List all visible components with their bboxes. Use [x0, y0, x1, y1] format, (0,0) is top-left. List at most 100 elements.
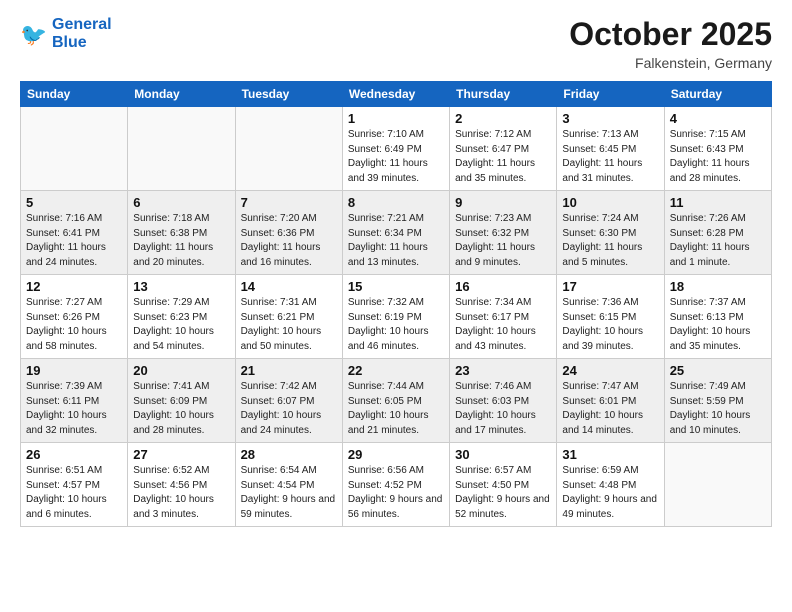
- logo-bird-icon: 🐦: [20, 20, 48, 48]
- calendar-cell-w5d6: 31Sunrise: 6:59 AMSunset: 4:48 PMDayligh…: [557, 443, 664, 527]
- calendar-cell-w3d6: 17 Sunrise: 7:36 AMSunset: 6:15 PMDayligh…: [557, 275, 664, 359]
- calendar-cell-w5d5: 30Sunrise: 6:57 AMSunset: 4:50 PMDayligh…: [450, 443, 557, 527]
- day-info: Sunrise: 6:59 AMSunset: 4:48 PMDaylight:…: [562, 464, 658, 522]
- day-number: 10: [562, 195, 658, 210]
- calendar-cell-w4d7: 25 Sunrise: 7:49 AMSunset: 5:59 PMDayligh…: [664, 359, 771, 443]
- calendar-cell-w3d3: 14 Sunrise: 7:31 AMSunset: 6:21 PMDayligh…: [235, 275, 342, 359]
- calendar-cell-w5d1: 26Sunrise: 6:51 AMSunset: 4:57 PMDayligh…: [21, 443, 128, 527]
- day-number: 23: [455, 363, 551, 378]
- calendar-cell-w5d2: 27 Sunrise: 6:52 AMSunset: 4:56 PMDayligh…: [128, 443, 235, 527]
- calendar-body: 1 Sunrise: 7:10 AMSunset: 6:49 PMDaylight…: [21, 107, 772, 527]
- calendar-cell-w1d3: [235, 107, 342, 191]
- calendar-week-2: 5 Sunrise: 7:16 AMSunset: 6:41 PMDaylight…: [21, 191, 772, 275]
- title-block: October 2025 Falkenstein, Germany: [569, 16, 772, 71]
- day-number: 5: [26, 195, 122, 210]
- day-info: Sunrise: 7:49 AMSunset: 5:59 PMDaylight:…: [670, 380, 766, 438]
- header-thursday: Thursday: [450, 82, 557, 107]
- day-number: 19: [26, 363, 122, 378]
- day-number: 22: [348, 363, 444, 378]
- calendar-cell-w4d6: 24 Sunrise: 7:47 AMSunset: 6:01 PMDayligh…: [557, 359, 664, 443]
- calendar-cell-w4d4: 22 Sunrise: 7:44 AMSunset: 6:05 PMDayligh…: [342, 359, 449, 443]
- calendar-cell-w3d5: 16Sunrise: 7:34 AMSunset: 6:17 PMDayligh…: [450, 275, 557, 359]
- day-info: Sunrise: 6:51 AMSunset: 4:57 PMDaylight:…: [26, 464, 122, 522]
- calendar-cell-w4d3: 21 Sunrise: 7:42 AMSunset: 6:07 PMDayligh…: [235, 359, 342, 443]
- location: Falkenstein, Germany: [569, 55, 772, 71]
- day-number: 30: [455, 447, 551, 462]
- calendar-cell-w2d2: 6Sunrise: 7:18 AMSunset: 6:38 PMDaylight…: [128, 191, 235, 275]
- header-friday: Friday: [557, 82, 664, 107]
- day-number: 17: [562, 279, 658, 294]
- day-number: 2: [455, 111, 551, 126]
- calendar-week-1: 1 Sunrise: 7:10 AMSunset: 6:49 PMDaylight…: [21, 107, 772, 191]
- calendar-cell-w1d6: 3 Sunrise: 7:13 AMSunset: 6:45 PMDaylight…: [557, 107, 664, 191]
- day-info: Sunrise: 7:32 AMSunset: 6:19 PMDaylight:…: [348, 296, 444, 354]
- logo-line2: Blue: [52, 34, 112, 52]
- calendar-cell-w2d6: 10 Sunrise: 7:24 AMSunset: 6:30 PMDayligh…: [557, 191, 664, 275]
- day-number: 24: [562, 363, 658, 378]
- logo-line1: General: [52, 16, 112, 34]
- day-info: Sunrise: 7:10 AMSunset: 6:49 PMDaylight:…: [348, 128, 444, 186]
- day-info: Sunrise: 7:27 AMSunset: 6:26 PMDaylight:…: [26, 296, 122, 354]
- header-tuesday: Tuesday: [235, 82, 342, 107]
- day-number: 29: [348, 447, 444, 462]
- calendar-cell-w2d4: 8 Sunrise: 7:21 AMSunset: 6:34 PMDaylight…: [342, 191, 449, 275]
- calendar-cell-w3d7: 18Sunrise: 7:37 AMSunset: 6:13 PMDayligh…: [664, 275, 771, 359]
- calendar-cell-w4d5: 23 Sunrise: 7:46 AMSunset: 6:03 PMDayligh…: [450, 359, 557, 443]
- day-number: 12: [26, 279, 122, 294]
- day-info: Sunrise: 7:47 AMSunset: 6:01 PMDaylight:…: [562, 380, 658, 438]
- day-number: 20: [133, 363, 229, 378]
- day-number: 28: [241, 447, 337, 462]
- header-saturday: Saturday: [664, 82, 771, 107]
- day-number: 15: [348, 279, 444, 294]
- header-wednesday: Wednesday: [342, 82, 449, 107]
- day-info: Sunrise: 7:31 AMSunset: 6:21 PMDaylight:…: [241, 296, 337, 354]
- day-number: 1: [348, 111, 444, 126]
- day-info: Sunrise: 7:16 AMSunset: 6:41 PMDaylight:…: [26, 212, 122, 270]
- day-info: Sunrise: 7:24 AMSunset: 6:30 PMDaylight:…: [562, 212, 658, 270]
- calendar-cell-w2d5: 9Sunrise: 7:23 AMSunset: 6:32 PMDaylight…: [450, 191, 557, 275]
- day-info: Sunrise: 7:23 AMSunset: 6:32 PMDaylight:…: [455, 212, 551, 270]
- day-number: 14: [241, 279, 337, 294]
- day-info: Sunrise: 7:44 AMSunset: 6:05 PMDaylight:…: [348, 380, 444, 438]
- day-number: 8: [348, 195, 444, 210]
- day-info: Sunrise: 7:12 AMSunset: 6:47 PMDaylight:…: [455, 128, 551, 186]
- day-info: Sunrise: 7:13 AMSunset: 6:45 PMDaylight:…: [562, 128, 658, 186]
- day-number: 13: [133, 279, 229, 294]
- day-info: Sunrise: 7:42 AMSunset: 6:07 PMDaylight:…: [241, 380, 337, 438]
- day-info: Sunrise: 7:37 AMSunset: 6:13 PMDaylight:…: [670, 296, 766, 354]
- day-info: Sunrise: 7:20 AMSunset: 6:36 PMDaylight:…: [241, 212, 337, 270]
- calendar-week-5: 26Sunrise: 6:51 AMSunset: 4:57 PMDayligh…: [21, 443, 772, 527]
- day-number: 25: [670, 363, 766, 378]
- header: 🐦 General Blue October 2025 Falkenstein,…: [20, 16, 772, 71]
- calendar-header-row: Sunday Monday Tuesday Wednesday Thursday…: [21, 82, 772, 107]
- calendar-cell-w2d3: 7Sunrise: 7:20 AMSunset: 6:36 PMDaylight…: [235, 191, 342, 275]
- day-info: Sunrise: 7:21 AMSunset: 6:34 PMDaylight:…: [348, 212, 444, 270]
- calendar-cell-w5d3: 28 Sunrise: 6:54 AMSunset: 4:54 PMDayligh…: [235, 443, 342, 527]
- day-info: Sunrise: 7:46 AMSunset: 6:03 PMDaylight:…: [455, 380, 551, 438]
- day-info: Sunrise: 7:29 AMSunset: 6:23 PMDaylight:…: [133, 296, 229, 354]
- day-number: 27: [133, 447, 229, 462]
- month-title: October 2025: [569, 16, 772, 53]
- calendar-cell-w1d7: 4 Sunrise: 7:15 AMSunset: 6:43 PMDaylight…: [664, 107, 771, 191]
- calendar-cell-w1d5: 2 Sunrise: 7:12 AMSunset: 6:47 PMDaylight…: [450, 107, 557, 191]
- calendar-cell-w1d2: [128, 107, 235, 191]
- header-sunday: Sunday: [21, 82, 128, 107]
- day-number: 4: [670, 111, 766, 126]
- day-info: Sunrise: 6:52 AMSunset: 4:56 PMDaylight:…: [133, 464, 229, 522]
- calendar-cell-w1d1: [21, 107, 128, 191]
- calendar-week-3: 12 Sunrise: 7:27 AMSunset: 6:26 PMDayligh…: [21, 275, 772, 359]
- page: 🐦 General Blue October 2025 Falkenstein,…: [0, 0, 792, 612]
- day-number: 3: [562, 111, 658, 126]
- day-info: Sunrise: 7:15 AMSunset: 6:43 PMDaylight:…: [670, 128, 766, 186]
- calendar-cell-w2d7: 11Sunrise: 7:26 AMSunset: 6:28 PMDayligh…: [664, 191, 771, 275]
- day-number: 21: [241, 363, 337, 378]
- header-monday: Monday: [128, 82, 235, 107]
- calendar-cell-w3d1: 12 Sunrise: 7:27 AMSunset: 6:26 PMDayligh…: [21, 275, 128, 359]
- day-info: Sunrise: 6:56 AMSunset: 4:52 PMDaylight:…: [348, 464, 444, 522]
- logo-text: General Blue: [52, 16, 112, 51]
- day-info: Sunrise: 6:54 AMSunset: 4:54 PMDaylight:…: [241, 464, 337, 522]
- day-info: Sunrise: 7:41 AMSunset: 6:09 PMDaylight:…: [133, 380, 229, 438]
- calendar-table: Sunday Monday Tuesday Wednesday Thursday…: [20, 81, 772, 527]
- day-info: Sunrise: 7:18 AMSunset: 6:38 PMDaylight:…: [133, 212, 229, 270]
- day-info: Sunrise: 7:36 AMSunset: 6:15 PMDaylight:…: [562, 296, 658, 354]
